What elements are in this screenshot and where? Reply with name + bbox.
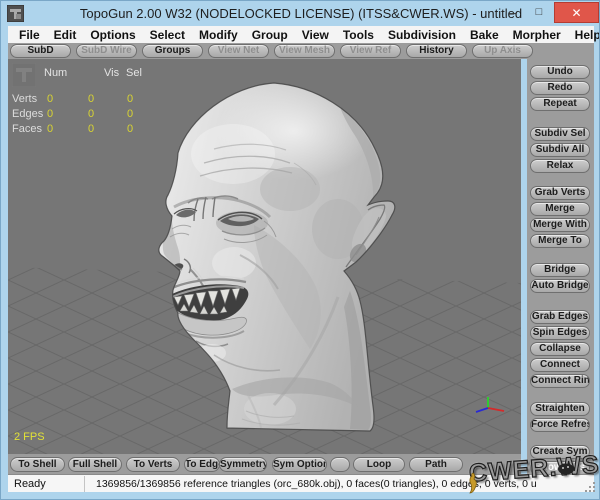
status-state: Ready <box>14 478 46 490</box>
menu-subdivision[interactable]: Subdivision <box>381 28 463 42</box>
stats-col-vis: Vis <box>104 67 119 79</box>
relax-button[interactable]: Relax <box>530 159 590 173</box>
merge-button[interactable]: Merge <box>530 202 590 216</box>
toolbar-subd-button[interactable]: SubD <box>10 44 71 58</box>
menu-morpher[interactable]: Morpher <box>506 28 568 42</box>
merge-to-button[interactable]: Merge To <box>530 234 590 248</box>
toolbar-view-net-button[interactable]: View Net <box>208 44 269 58</box>
connect-button[interactable]: Connect <box>530 358 590 372</box>
menu-view[interactable]: View <box>295 28 336 42</box>
to-verts-button[interactable]: To Verts <box>126 457 180 472</box>
menu-group[interactable]: Group <box>245 28 295 42</box>
close-icon[interactable]: ✕ <box>554 2 599 23</box>
toolbar-up-axis-button[interactable]: Up Axis <box>472 44 533 58</box>
bridge-button[interactable]: Bridge <box>530 263 590 277</box>
undo-button[interactable]: Undo <box>530 65 590 79</box>
viewport-3d[interactable]: Num Vis Sel Verts 0 0 0 Edges 0 0 0 Face… <box>8 59 521 454</box>
fps-counter: 2 FPS <box>14 431 45 443</box>
to-edge-button[interactable]: To Edge <box>184 457 220 472</box>
stats-col-sel: Sel <box>126 67 142 79</box>
collapse-button[interactable]: Collapse <box>530 342 590 356</box>
maximize-icon[interactable]: □ <box>527 2 551 23</box>
watermark-figure-icon <box>465 471 481 500</box>
stats-col-num: Num <box>44 67 67 79</box>
resize-grip[interactable] <box>585 480 596 498</box>
bottom-toolbar: To Shell Full Shell To Verts To Edge Sym… <box>8 454 521 474</box>
topogun-window: TopoGun 2.00 W32 (NODELOCKED LICENSE) (I… <box>0 0 600 500</box>
menu-file[interactable]: File <box>12 28 47 42</box>
sym-options-button[interactable]: Sym Options <box>272 457 327 472</box>
toolbar-view-mesh-button[interactable]: View Mesh <box>274 44 335 58</box>
toolbar-groups-button[interactable]: Groups <box>142 44 203 58</box>
loop-button[interactable]: Loop <box>353 457 405 472</box>
grab-edges-button[interactable]: Grab Edges <box>530 310 590 324</box>
stats-panel: Num Vis Sel Verts 0 0 0 Edges 0 0 0 Face… <box>8 59 168 149</box>
toolbar-view-ref-button[interactable]: View Ref <box>340 44 401 58</box>
right-tool-panel: Undo Redo Repeat Subdiv Sel Subdiv All R… <box>527 59 594 474</box>
faces-vis: 0 <box>88 123 94 135</box>
subdiv-all-button[interactable]: Subdiv All <box>530 143 590 157</box>
menu-modify[interactable]: Modify <box>192 28 245 42</box>
minimize-icon[interactable]: – <box>501 2 525 23</box>
stats-row-verts-label: Verts <box>12 93 37 105</box>
verts-num: 0 <box>47 93 53 105</box>
merge-with-button[interactable]: Merge With <box>530 218 590 232</box>
top-toolbar: SubD SubD Wire Groups View Net View Mesh… <box>8 43 594 59</box>
title-bar[interactable]: TopoGun 2.00 W32 (NODELOCKED LICENSE) (I… <box>1 1 600 26</box>
connect-ring-button[interactable]: Connect Ring <box>530 374 590 388</box>
menu-help[interactable]: Help <box>568 28 600 42</box>
grab-verts-button[interactable]: Grab Verts <box>530 186 590 200</box>
path-button[interactable]: Path <box>409 457 463 472</box>
toolbar-history-button[interactable]: History <box>406 44 467 58</box>
stats-row-edges-label: Edges <box>12 108 43 120</box>
menu-bar: File Edit Options Select Modify Group Vi… <box>8 26 594 43</box>
subdiv-sel-button[interactable]: Subdiv Sel <box>530 127 590 141</box>
edges-sel: 0 <box>127 108 133 120</box>
full-shell-button[interactable]: Full Shell <box>68 457 122 472</box>
auto-bridge-button[interactable]: Auto Bridge <box>530 279 590 293</box>
empty-button[interactable] <box>330 457 350 472</box>
watermark-blob-icon <box>557 461 575 480</box>
symmetry-button[interactable]: Symmetry <box>219 457 267 472</box>
toolbar-subd-wire-button[interactable]: SubD Wire <box>76 44 137 58</box>
menu-tools[interactable]: Tools <box>336 28 381 42</box>
verts-sel: 0 <box>127 93 133 105</box>
menu-edit[interactable]: Edit <box>47 28 84 42</box>
straighten-button[interactable]: Straighten <box>530 402 590 416</box>
edges-num: 0 <box>47 108 53 120</box>
faces-sel: 0 <box>127 123 133 135</box>
menu-bake[interactable]: Bake <box>463 28 506 42</box>
verts-vis: 0 <box>88 93 94 105</box>
menu-options[interactable]: Options <box>83 28 142 42</box>
force-refresh-button[interactable]: Force Refresh <box>530 418 590 432</box>
menu-select[interactable]: Select <box>143 28 192 42</box>
to-shell-button[interactable]: To Shell <box>10 457 65 472</box>
status-separator <box>84 476 85 492</box>
redo-button[interactable]: Redo <box>530 81 590 95</box>
stats-row-faces-label: Faces <box>12 123 42 135</box>
edges-vis: 0 <box>88 108 94 120</box>
faces-num: 0 <box>47 123 53 135</box>
spin-edges-button[interactable]: Spin Edges <box>530 326 590 340</box>
topogun-ghost-logo <box>12 63 36 90</box>
repeat-button[interactable]: Repeat <box>530 97 590 111</box>
